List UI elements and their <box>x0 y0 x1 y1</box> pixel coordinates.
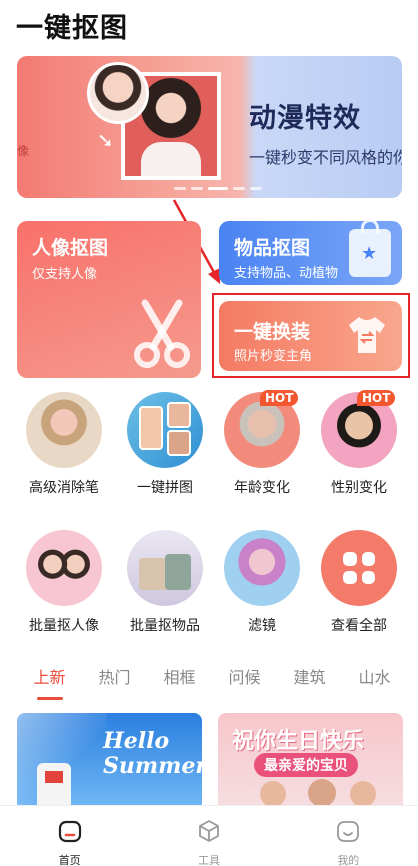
portrait-cutout-title: 人像抠图 <box>32 237 109 259</box>
home-icon <box>58 820 81 843</box>
tool-label: 批量抠人像 <box>29 618 99 634</box>
nav-profile[interactable]: 我的 <box>279 806 418 866</box>
object-cutout-subtitle: 支持物品、动植物 <box>234 266 339 281</box>
object-cutout-title: 物品抠图 <box>234 237 311 259</box>
tool-label: 年龄变化 <box>234 480 290 496</box>
tool-label: 滤镜 <box>248 618 276 634</box>
birthday-template-subtitle: 最亲爱的宝贝 <box>254 753 358 777</box>
banner-avatar-image <box>87 62 149 124</box>
collage-photos-icon <box>127 392 203 468</box>
outfit-highlight-box <box>212 293 410 378</box>
tool-label: 查看全部 <box>331 618 387 634</box>
portrait-cutout-subtitle: 仅支持人像 <box>32 267 98 282</box>
pagination-dot <box>250 187 262 190</box>
hot-badge: HOT <box>260 390 299 406</box>
tab-greetings[interactable]: 问候 <box>212 664 277 688</box>
tool-filter[interactable]: 滤镜 <box>212 530 312 635</box>
tool-label: 高级消除笔 <box>29 480 99 496</box>
tool-age-change[interactable]: HOT 年龄变化 <box>212 390 312 497</box>
two-girls-portrait-icon <box>26 530 102 606</box>
tool-label: 性别变化 <box>331 480 387 496</box>
tab-landscape[interactable]: 山水 <box>342 664 407 688</box>
object-cutout-card[interactable]: 物品抠图 支持物品、动植物 ★ <box>219 221 402 285</box>
tool-view-all[interactable]: 查看全部 <box>309 530 409 635</box>
banner-title: 动漫特效 <box>249 103 361 134</box>
hot-badge: HOT <box>357 390 396 406</box>
portrait-cutout-card[interactable]: 人像抠图 仅支持人像 <box>17 221 201 378</box>
tab-frames[interactable]: 相框 <box>147 664 212 688</box>
banner-subtitle: 一键秒变不同风格的你 <box>249 148 402 167</box>
nav-tools-label: 工具 <box>197 854 220 866</box>
bottom-nav: 首页 工具 我的 <box>0 805 418 866</box>
tab-architecture[interactable]: 建筑 <box>277 664 342 688</box>
smile-icon <box>337 821 360 842</box>
template-summer[interactable]: Hello Summer <box>17 713 202 805</box>
pagination-dot <box>233 187 245 190</box>
cube-icon <box>199 820 219 842</box>
scissors-icon <box>134 299 190 368</box>
tool-batch-object[interactable]: 批量抠物品 <box>115 530 215 635</box>
tool-label: 批量抠物品 <box>130 618 200 634</box>
banner-arrow-icon: ➘ <box>97 128 114 152</box>
tab-new[interactable]: 上新 <box>17 664 82 688</box>
template-birthday[interactable]: 祝你生日快乐 最亲爱的宝贝 <box>218 713 403 805</box>
banner-left-text: 像 <box>17 144 30 158</box>
nav-home-label: 首页 <box>58 854 81 866</box>
tool-batch-portrait[interactable]: 批量抠人像 <box>14 530 114 635</box>
tab-hot[interactable]: 热门 <box>82 664 147 688</box>
handbags-icon <box>127 530 203 606</box>
category-tabs: 上新 热门 相框 问候 建筑 山水 <box>0 664 418 688</box>
nav-profile-label: 我的 <box>337 854 360 866</box>
filter-portrait-icon <box>224 530 300 606</box>
page-title: 一键抠图 <box>16 13 128 44</box>
tool-eraser-pen[interactable]: 高级消除笔 <box>14 392 114 497</box>
grid-icon <box>321 530 397 606</box>
birthday-template-title: 祝你生日快乐 <box>232 729 365 754</box>
summer-template-text: Hello Summer <box>103 728 202 779</box>
eraser-pen-portrait-icon <box>26 392 102 468</box>
tool-collage[interactable]: 一键拼图 <box>115 392 215 497</box>
banner-portrait-body <box>141 142 201 176</box>
nav-tools[interactable]: 工具 <box>139 806 278 866</box>
active-tab-indicator <box>37 697 63 700</box>
promo-banner[interactable]: 像 ➘ 动漫特效 一键秒变不同风格的你 <box>17 56 402 198</box>
tool-gender-change[interactable]: HOT 性别变化 <box>309 390 409 497</box>
nav-home[interactable]: 首页 <box>0 806 139 866</box>
shopping-bag-icon: ★ <box>349 221 391 277</box>
tool-label: 一键拼图 <box>137 480 193 496</box>
